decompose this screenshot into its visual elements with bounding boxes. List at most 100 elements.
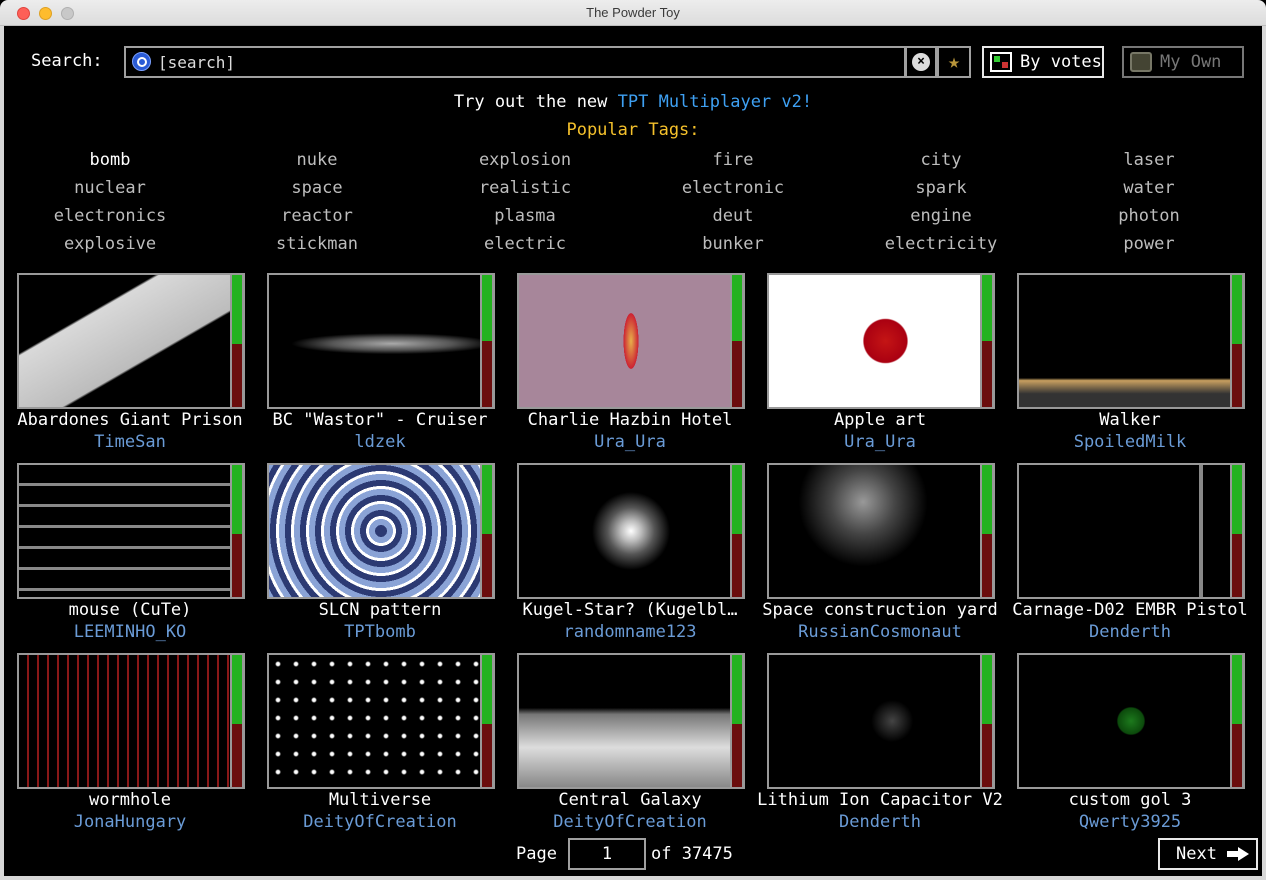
- save-thumbnail[interactable]: [267, 653, 495, 789]
- save-thumbnail[interactable]: [517, 273, 745, 409]
- clear-search-button[interactable]: ×: [905, 46, 937, 78]
- sort-by-votes-button[interactable]: By votes: [982, 46, 1104, 78]
- vote-bar: [1230, 463, 1244, 599]
- tag-item[interactable]: spark: [841, 178, 1041, 198]
- save-title[interactable]: Multiverse: [255, 790, 505, 810]
- save-author[interactable]: TimeSan: [5, 432, 255, 452]
- tag-item[interactable]: engine: [841, 206, 1041, 226]
- save-author[interactable]: RussianCosmonaut: [755, 622, 1005, 642]
- save-thumbnail[interactable]: [1017, 653, 1245, 789]
- save-title[interactable]: Abardones Giant Prison: [5, 410, 255, 430]
- tag-item[interactable]: plasma: [425, 206, 625, 226]
- next-label: Next: [1176, 844, 1217, 864]
- vote-bar: [480, 653, 494, 789]
- save-thumbnail[interactable]: [1017, 463, 1245, 599]
- tag-item[interactable]: city: [841, 150, 1041, 170]
- upvote-fill: [482, 275, 492, 341]
- tag-item[interactable]: explosion: [425, 150, 625, 170]
- save-author[interactable]: DeityOfCreation: [505, 812, 755, 832]
- title-bar: The Powder Toy: [0, 0, 1266, 26]
- save-title[interactable]: Space construction yard: [755, 600, 1005, 620]
- tag-item[interactable]: bomb: [10, 150, 210, 170]
- save-title[interactable]: Walker: [1005, 410, 1255, 430]
- my-own-button[interactable]: My Own: [1122, 46, 1244, 78]
- save-thumbnail[interactable]: [1017, 273, 1245, 409]
- save-title[interactable]: Carnage-D02 EMBR Pistol: [1005, 600, 1255, 620]
- save-author[interactable]: ldzek: [255, 432, 505, 452]
- save-thumbnail[interactable]: [767, 463, 995, 599]
- tag-item[interactable]: electricity: [841, 234, 1041, 254]
- tag-item[interactable]: power: [1049, 234, 1249, 254]
- save-thumbnail[interactable]: [517, 653, 745, 789]
- vote-bar: [730, 653, 744, 789]
- vote-bar: [980, 653, 994, 789]
- tag-item[interactable]: electronic: [633, 178, 833, 198]
- tag-item[interactable]: electric: [425, 234, 625, 254]
- save-title[interactable]: Apple art: [755, 410, 1005, 430]
- upvote-fill: [732, 465, 742, 534]
- vote-bar: [730, 273, 744, 409]
- save-author[interactable]: Denderth: [1005, 622, 1255, 642]
- vote-bar: [230, 463, 244, 599]
- folder-icon: [1130, 52, 1152, 72]
- save-title[interactable]: wormhole: [5, 790, 255, 810]
- save-title[interactable]: custom gol 3: [1005, 790, 1255, 810]
- save-author[interactable]: DeityOfCreation: [255, 812, 505, 832]
- vote-bar: [1230, 653, 1244, 789]
- tag-item[interactable]: deut: [633, 206, 833, 226]
- tag-item[interactable]: realistic: [425, 178, 625, 198]
- tag-item[interactable]: explosive: [10, 234, 210, 254]
- upvote-fill: [732, 275, 742, 341]
- tag-item[interactable]: laser: [1049, 150, 1249, 170]
- save-thumbnail[interactable]: [767, 653, 995, 789]
- save-author[interactable]: SpoiledMilk: [1005, 432, 1255, 452]
- vote-bar: [980, 463, 994, 599]
- save-thumbnail[interactable]: [17, 653, 245, 789]
- upvote-fill: [232, 655, 242, 724]
- page-number-input[interactable]: [568, 838, 646, 870]
- save-thumbnail[interactable]: [517, 463, 745, 599]
- popular-tags-title: Popular Tags:: [566, 120, 700, 140]
- save-thumbnail[interactable]: [17, 273, 245, 409]
- save-title[interactable]: Kugel-Star? (Kugelbl…: [505, 600, 755, 620]
- save-author[interactable]: Ura_Ura: [505, 432, 755, 452]
- tag-item[interactable]: nuclear: [10, 178, 210, 198]
- save-author[interactable]: JonaHungary: [5, 812, 255, 832]
- tag-item[interactable]: space: [217, 178, 417, 198]
- save-title[interactable]: SLCN pattern: [255, 600, 505, 620]
- star-icon: ★: [947, 49, 961, 73]
- tag-item[interactable]: water: [1049, 178, 1249, 198]
- save-title[interactable]: Charlie Hazbin Hotel: [505, 410, 755, 430]
- tag-item[interactable]: reactor: [217, 206, 417, 226]
- save-author[interactable]: LEEMINHO_KO: [5, 622, 255, 642]
- save-title[interactable]: Central Galaxy: [505, 790, 755, 810]
- save-author[interactable]: Qwerty3925: [1005, 812, 1255, 832]
- save-author[interactable]: Ura_Ura: [755, 432, 1005, 452]
- sort-by-votes-label: By votes: [1020, 52, 1102, 72]
- tag-item[interactable]: fire: [633, 150, 833, 170]
- upvote-fill: [1232, 275, 1242, 344]
- save-author[interactable]: TPTbomb: [255, 622, 505, 642]
- save-thumbnail[interactable]: [17, 463, 245, 599]
- favorites-button[interactable]: ★: [937, 46, 971, 78]
- save-author[interactable]: randomname123: [505, 622, 755, 642]
- save-thumbnail[interactable]: [267, 273, 495, 409]
- tag-item[interactable]: stickman: [217, 234, 417, 254]
- save-author[interactable]: Denderth: [755, 812, 1005, 832]
- arrow-right-icon: [1226, 847, 1249, 861]
- search-input[interactable]: [158, 50, 898, 74]
- upvote-fill: [482, 655, 492, 724]
- multiplayer-link[interactable]: TPT Multiplayer v2!: [618, 92, 812, 112]
- tag-item[interactable]: electronics: [10, 206, 210, 226]
- save-title[interactable]: BC "Wastor" - Cruiser: [255, 410, 505, 430]
- save-thumbnail[interactable]: [267, 463, 495, 599]
- tag-item[interactable]: nuke: [217, 150, 417, 170]
- tag-item[interactable]: photon: [1049, 206, 1249, 226]
- my-own-label: My Own: [1160, 52, 1222, 72]
- save-thumbnail[interactable]: [767, 273, 995, 409]
- next-page-button[interactable]: Next: [1158, 838, 1258, 870]
- search-icon: [132, 52, 151, 71]
- save-title[interactable]: Lithium Ion Capacitor V2: [755, 790, 1005, 810]
- tag-item[interactable]: bunker: [633, 234, 833, 254]
- save-title[interactable]: mouse (CuTe): [5, 600, 255, 620]
